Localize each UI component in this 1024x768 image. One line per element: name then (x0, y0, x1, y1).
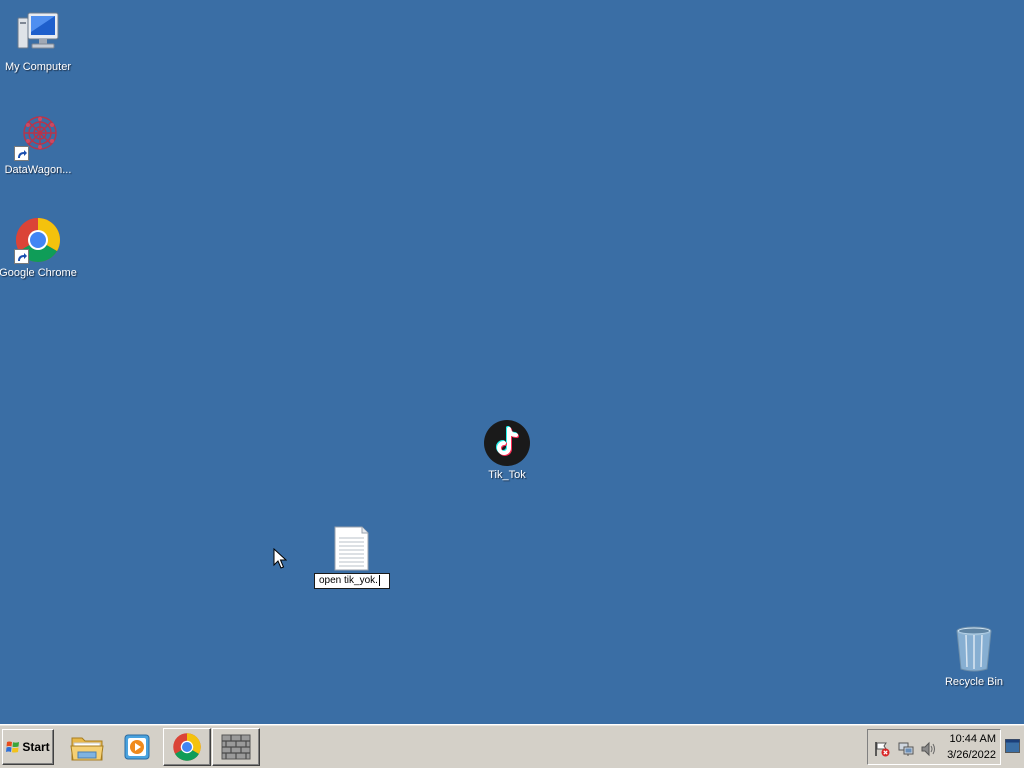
text-document-icon (327, 524, 375, 572)
desktop-icon-datawagon[interactable]: DataWagon... (0, 113, 76, 176)
volume-icon[interactable] (921, 741, 937, 757)
action-center-flag-icon[interactable] (874, 741, 890, 757)
desktop-icon-label: Tik_Tok (488, 469, 526, 481)
start-button[interactable]: Start (2, 729, 54, 765)
computer-icon (14, 10, 62, 58)
clock-date[interactable]: 3/26/2022 (936, 749, 996, 761)
text-caret (378, 575, 380, 586)
desktop-icon-label: Recycle Bin (944, 676, 1004, 688)
tiktok-icon (483, 418, 531, 466)
show-desktop-icon[interactable] (1005, 739, 1020, 753)
desktop-icon-label: Google Chrome (0, 267, 77, 279)
shortcut-arrow-icon (14, 146, 29, 161)
desktop-icon-recycle-bin[interactable]: Recycle Bin (936, 625, 1012, 688)
datawagon-icon (14, 113, 62, 161)
shortcut-arrow-icon (14, 249, 29, 264)
desktop[interactable]: My Computer DataWagon... Google Chrome T… (0, 0, 1024, 724)
chrome-icon (14, 216, 62, 264)
clock-time[interactable]: 10:44 AM (936, 733, 996, 745)
mouse-pointer-icon (273, 548, 287, 569)
media-player-icon (124, 734, 150, 760)
system-tray: 10:44 AM 3/26/2022 (867, 729, 1001, 765)
desktop-icon-text-file[interactable] (313, 524, 389, 572)
brick-wall-icon (221, 734, 251, 760)
taskbar: Start 10:44 AM 3/26/2022 (0, 724, 1024, 768)
taskbar-media-player-button[interactable] (113, 728, 161, 766)
folder-icon (70, 737, 104, 761)
rename-input[interactable]: open tik_yok. (314, 573, 390, 589)
rename-text: open tik_yok. (319, 575, 378, 587)
taskbar-explorer-button[interactable] (63, 728, 111, 766)
windows-flag-icon (6, 741, 20, 753)
desktop-icon-tik-tok[interactable]: Tik_Tok (469, 418, 545, 481)
start-label: Start (22, 740, 50, 754)
recycle-bin-icon (950, 625, 998, 673)
taskbar-firewall-button[interactable] (212, 728, 260, 766)
network-icon[interactable] (898, 741, 914, 757)
taskbar-chrome-button[interactable] (163, 728, 211, 766)
desktop-icon-label: My Computer (4, 61, 72, 73)
desktop-icon-my-computer[interactable]: My Computer (0, 10, 76, 73)
desktop-icon-label: DataWagon... (4, 164, 72, 176)
chrome-icon (173, 733, 201, 761)
desktop-icon-google-chrome[interactable]: Google Chrome (0, 216, 77, 279)
